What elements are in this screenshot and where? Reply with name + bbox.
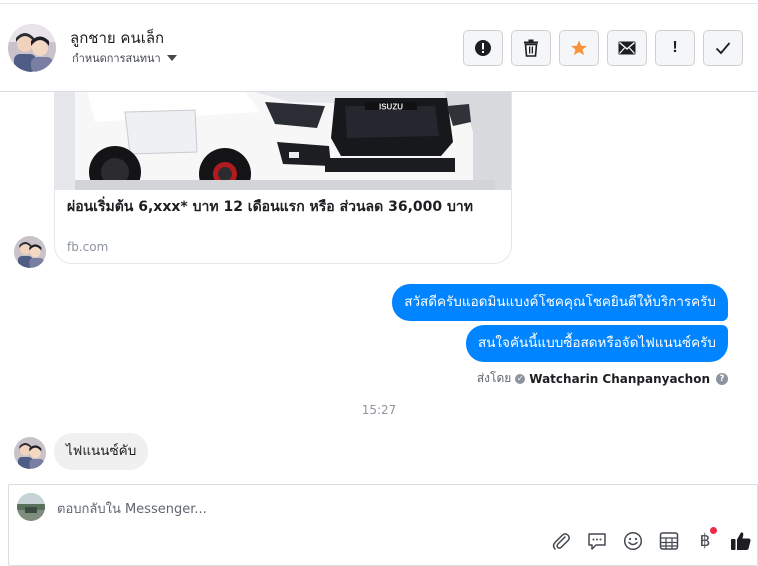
- image-brand-text: ISUZU: [379, 103, 403, 112]
- outgoing-message: สนใจคันนี้แบบซื้อสดหรือจัดไฟแนนซ์ครับ: [465, 325, 728, 362]
- trash-icon: [524, 39, 538, 57]
- header-actions: !: [463, 30, 743, 66]
- check-icon: [715, 42, 731, 55]
- sent-by-info: ส่งโดย ✓ Watcharin Chanpanyachon ?: [477, 369, 728, 388]
- payment-button[interactable]: ฿: [693, 527, 717, 553]
- table-icon: [659, 532, 679, 550]
- envelope-icon: [618, 41, 636, 55]
- saved-reply-icon: [588, 533, 606, 550]
- sent-by-name: Watcharin Chanpanyachon: [529, 371, 710, 386]
- report-button[interactable]: [463, 30, 503, 66]
- attachment-icon: [552, 533, 570, 550]
- conversation-header: ลูกชาย คนเล็ก กำหนดการสนทนา !: [0, 4, 758, 92]
- attach-button[interactable]: [549, 529, 573, 553]
- reply-composer: ฿: [8, 484, 758, 566]
- sender-avatar: [14, 437, 46, 469]
- emoji-icon: [623, 531, 643, 551]
- car-preview-image: ISUZU: [55, 92, 511, 190]
- alert-circle-icon: [475, 40, 491, 56]
- saved-replies-button[interactable]: [585, 529, 609, 553]
- appointment-button[interactable]: [657, 529, 681, 553]
- like-button[interactable]: [729, 529, 753, 553]
- mark-important-button[interactable]: !: [655, 30, 695, 66]
- conversation-settings-dropdown[interactable]: กำหนดการสนทนา: [72, 49, 177, 67]
- contact-name: ลูกชาย คนเล็ก: [70, 29, 165, 47]
- reply-input[interactable]: [57, 500, 657, 518]
- link-card-title: ผ่อนเริ่มต้น 6,xxx* บาท 12 เดือนแรก หรือ…: [67, 199, 473, 215]
- star-button[interactable]: [559, 30, 599, 66]
- help-icon[interactable]: ?: [716, 372, 728, 385]
- incoming-message: ไฟแนนซ์คับ: [54, 433, 149, 470]
- mark-done-button[interactable]: [703, 30, 743, 66]
- message-button[interactable]: [607, 30, 647, 66]
- notification-dot: [710, 527, 717, 534]
- link-preview-card[interactable]: ISUZU ผ่อนเริ่มต้น 6,xxx* บาท 12 เดือนแร…: [54, 92, 512, 264]
- delete-button[interactable]: [511, 30, 551, 66]
- message-timestamp: 15:27: [361, 403, 397, 417]
- thumbs-up-icon: [731, 532, 751, 550]
- sent-by-label: ส่งโดย: [476, 371, 512, 385]
- outgoing-message: สวัสดีครับแอดมินแบงค์โชคคุณโชคยินดีให้บร…: [392, 284, 728, 321]
- star-icon: [571, 40, 587, 56]
- page-avatar: [17, 493, 45, 521]
- exclamation-icon: !: [672, 39, 678, 56]
- conversation-settings-label: กำหนดการสนทนา: [72, 52, 161, 65]
- sender-avatar: [14, 236, 46, 268]
- emoji-button[interactable]: [621, 529, 645, 553]
- link-card-domain: fb.com: [67, 240, 109, 254]
- composer-toolbar: ฿: [549, 527, 753, 553]
- verified-check-icon: ✓: [515, 373, 526, 384]
- caret-down-icon: [166, 55, 177, 61]
- baht-icon: ฿: [699, 531, 711, 551]
- contact-avatar[interactable]: [8, 24, 56, 72]
